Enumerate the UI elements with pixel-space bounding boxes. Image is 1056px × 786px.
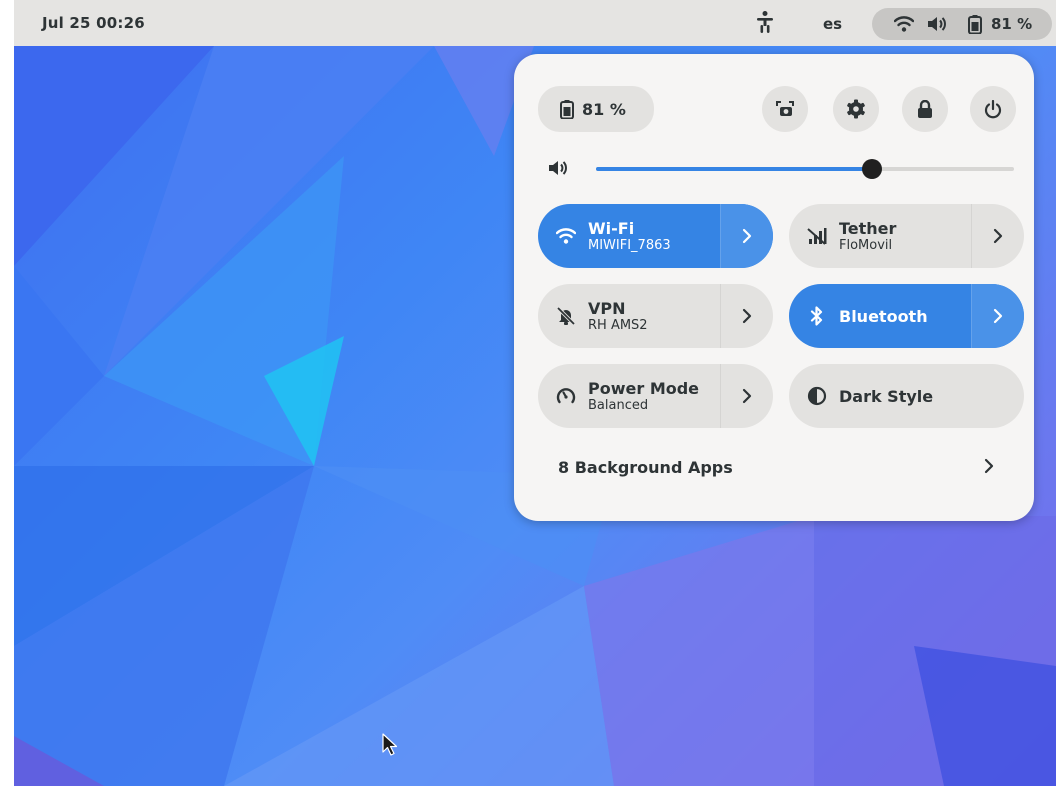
volume-slider[interactable] <box>596 159 1014 179</box>
power-icon <box>984 99 1002 119</box>
battery-label: 81 % <box>582 99 626 119</box>
wifi-title: Wi-Fi <box>588 218 635 238</box>
wifi-icon <box>893 15 915 37</box>
volume-row <box>548 156 1014 182</box>
battery-percent: 81 % <box>991 15 1033 33</box>
settings-icon <box>846 99 866 119</box>
volume-slider-fill <box>596 167 872 171</box>
battery-icon <box>560 99 574 119</box>
keyboard-language[interactable]: es <box>823 15 842 33</box>
vpn-icon <box>556 306 576 326</box>
accessibility-icon[interactable] <box>756 10 774 34</box>
screenshot-button[interactable] <box>762 86 808 132</box>
system-status-menu[interactable]: 81 % <box>872 8 1052 40</box>
wifi-menu-button[interactable] <box>720 204 773 268</box>
top-bar: Jul 25 00:26 es 81 % <box>14 0 1056 46</box>
power-mode-toggle[interactable]: Power Mode Balanced <box>538 364 699 428</box>
screenshot-icon <box>775 100 795 118</box>
power-mode-menu-button[interactable] <box>720 364 773 428</box>
battery-icon <box>968 15 982 38</box>
tether-menu-button[interactable] <box>971 204 1024 268</box>
tether-device-name: FloMovil <box>839 237 893 253</box>
wifi-icon <box>556 226 576 246</box>
vpn-menu-button[interactable] <box>720 284 773 348</box>
bluetooth-title: Bluetooth <box>839 306 928 326</box>
tether-tile[interactable]: Tether FloMovil <box>789 204 1024 268</box>
battery-button[interactable]: 81 % <box>538 86 654 132</box>
bluetooth-menu-button[interactable] <box>971 284 1024 348</box>
vpn-toggle[interactable]: VPN RH AMS2 <box>538 284 648 348</box>
bluetooth-icon <box>807 306 827 326</box>
dark-style-tile[interactable]: Dark Style <box>789 364 1024 428</box>
tether-icon <box>807 226 827 246</box>
dark-style-toggle[interactable]: Dark Style <box>789 364 1024 428</box>
mouse-pointer-icon <box>382 733 398 761</box>
chevron-right-icon <box>742 308 752 324</box>
power-mode-title: Power Mode <box>588 378 700 398</box>
vpn-connection-name: RH AMS2 <box>588 317 648 333</box>
chevron-right-icon <box>742 388 752 404</box>
chevron-right-icon <box>993 308 1003 324</box>
lock-icon <box>917 99 933 119</box>
wifi-network-name: MIWIFI_7863 <box>588 237 671 253</box>
wifi-toggle[interactable]: Wi-Fi MIWIFI_7863 <box>538 204 671 268</box>
volume-slider-knob[interactable] <box>861 159 882 179</box>
dark-style-title: Dark Style <box>839 386 934 406</box>
wifi-tile[interactable]: Wi-Fi MIWIFI_7863 <box>538 204 773 268</box>
bluetooth-toggle[interactable]: Bluetooth <box>789 284 928 348</box>
background-apps-label[interactable]: 8 Background Apps <box>558 458 733 477</box>
chevron-right-icon <box>993 228 1003 244</box>
power-button[interactable] <box>970 86 1016 132</box>
tether-title: Tether <box>839 218 897 238</box>
power-mode-value: Balanced <box>588 397 649 413</box>
bluetooth-tile[interactable]: Bluetooth <box>789 284 1024 348</box>
volume-icon <box>927 15 947 37</box>
quick-settings-panel: 81 % Wi-Fi MIWIFI_7863 Tether FloMovil V… <box>514 54 1034 521</box>
chevron-right-icon[interactable] <box>984 458 994 478</box>
lock-button[interactable] <box>902 86 948 132</box>
clock[interactable]: Jul 25 00:26 <box>42 14 145 32</box>
tether-toggle[interactable]: Tether FloMovil <box>789 204 896 268</box>
power-mode-icon <box>556 386 576 406</box>
power-mode-tile[interactable]: Power Mode Balanced <box>538 364 773 428</box>
chevron-right-icon <box>742 228 752 244</box>
dark-style-icon <box>807 386 827 406</box>
settings-button[interactable] <box>833 86 879 132</box>
vpn-tile[interactable]: VPN RH AMS2 <box>538 284 773 348</box>
volume-icon[interactable] <box>548 159 568 181</box>
vpn-title: VPN <box>588 298 626 318</box>
